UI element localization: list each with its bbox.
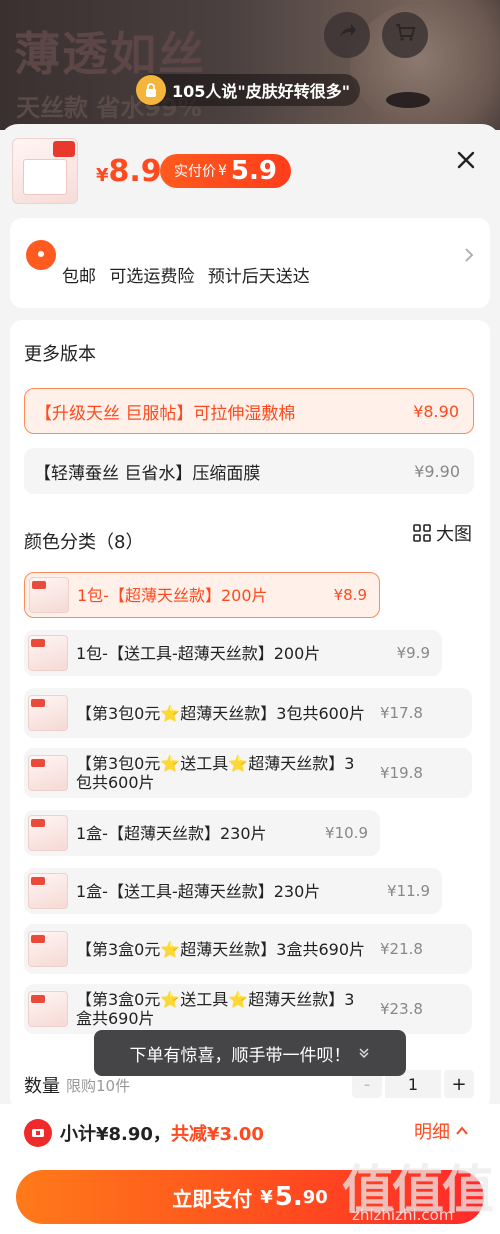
share-button[interactable] — [324, 12, 370, 58]
version-label: 【升级天丝 巨服帖】可拉伸湿敷棉 — [35, 403, 296, 424]
color-option[interactable]: 1盒-【送工具-超薄天丝款】230片 ¥11.9 — [24, 868, 442, 914]
free-shipping: 包邮 — [62, 267, 96, 287]
version-option[interactable]: 【升级天丝 巨服帖】可拉伸湿敷棉 ¥8.90 — [24, 388, 474, 434]
chevron-up-icon — [456, 1126, 468, 1135]
option-label: 【第3盒0元⭐超薄天丝款】3盒共690片 — [76, 939, 366, 959]
subtotal-text: 小计¥8.90， — [60, 1124, 171, 1145]
color-option[interactable]: 1包-【送工具-超薄天丝款】200片 ¥9.9 — [24, 630, 442, 676]
color-option[interactable]: 【第3盒0元⭐超薄天丝款】3盒共690片 ¥21.8 — [24, 924, 472, 974]
promo-toast[interactable]: 下单有惊喜，顺手带一件呗！ — [94, 1030, 406, 1076]
pay-amount: 5. — [274, 1182, 303, 1212]
option-label: 1盒-【送工具-超薄天丝款】230片 — [76, 881, 321, 901]
sheet-header: ¥8.9 实付价 ¥ 5.9 — [0, 124, 500, 214]
shipping-info[interactable]: 包邮 可选运费险 预计后天送达 — [10, 218, 490, 308]
color-option[interactable]: 1盒-【超薄天丝款】230片 ¥10.9 — [24, 810, 380, 856]
option-price: ¥11.9 — [387, 882, 430, 900]
close-button[interactable] — [452, 146, 480, 174]
review-tip: 105人说"皮肤好转很多" — [136, 74, 361, 106]
product-thumbnail[interactable] — [12, 138, 78, 204]
shipping-insurance: 可选运费险 — [109, 267, 195, 287]
share-icon — [336, 21, 358, 49]
cart-button[interactable] — [382, 12, 428, 58]
option-label: 【第3包0元⭐超薄天丝款】3包共600片 — [76, 703, 366, 723]
cart-icon — [394, 21, 416, 49]
thumbnail-tag — [53, 141, 75, 157]
option-thumbnail — [28, 695, 68, 731]
promo-toast-text: 下单有惊喜，顺手带一件呗！ — [129, 1045, 351, 1066]
price-detail-button[interactable]: 明细 — [414, 1118, 470, 1144]
option-thumbnail — [28, 815, 68, 851]
paid-symbol: ¥ — [218, 163, 227, 179]
paid-price-pill: 实付价 ¥ 5.9 — [160, 154, 291, 188]
color-option[interactable]: 【第3包0元⭐送工具⭐超薄天丝款】3包共600片 ¥19.8 — [24, 748, 472, 798]
option-price: ¥9.9 — [396, 644, 430, 662]
lock-icon — [136, 75, 166, 105]
pay-amount-decimal: 90 — [302, 1186, 328, 1208]
pay-symbol: ¥ — [260, 1186, 273, 1208]
option-thumbnail — [28, 873, 68, 909]
color-option[interactable]: 1包-【超薄天丝款】200片 ¥8.9 — [24, 572, 380, 618]
sku-price: ¥8.9 — [96, 154, 162, 189]
location-pin-icon — [26, 240, 56, 270]
big-image-label: 大图 — [436, 524, 472, 545]
option-thumbnail — [29, 577, 69, 613]
purchase-limit: 限购10件 — [66, 1076, 131, 1095]
option-price: ¥8.9 — [333, 586, 367, 604]
subtotal-row: 小计¥8.90， 共减¥3.00 明细 — [24, 1118, 484, 1148]
option-thumbnail — [28, 635, 68, 671]
option-label: 1盒-【超薄天丝款】230片 — [76, 823, 267, 843]
watermark-url: zhizhizhi.com — [352, 1206, 454, 1224]
pay-label: 立即支付 — [172, 1186, 253, 1211]
option-price: ¥17.8 — [380, 704, 423, 722]
paid-value: 5.9 — [230, 156, 277, 186]
options-card: 更多版本 【升级天丝 巨服帖】可拉伸湿敷棉 ¥8.90 【轻薄蚕丝 巨省水】压缩… — [10, 320, 490, 1110]
paid-label: 实付价 — [174, 164, 216, 180]
model-eye — [386, 92, 430, 108]
color-option[interactable]: 【第3包0元⭐超薄天丝款】3包共600片 ¥17.8 — [24, 688, 472, 738]
quantity-label: 数量 — [24, 1076, 60, 1097]
version-option[interactable]: 【轻薄蚕丝 巨省水】压缩面膜 ¥9.90 — [24, 448, 474, 494]
chevron-right-icon — [465, 248, 474, 262]
coupon-icon — [24, 1119, 52, 1147]
review-tip-text: 105人说"皮肤好转很多" — [172, 82, 351, 101]
model-photo — [350, 0, 500, 130]
option-price: ¥10.9 — [325, 824, 368, 842]
versions-title: 更多版本 — [24, 344, 96, 365]
option-label: 【第3包0元⭐送工具⭐超薄天丝款】3包共600片 — [76, 754, 355, 792]
thumbnail-pack — [23, 159, 67, 195]
option-label: 【第3盒0元⭐送工具⭐超薄天丝款】3盒共690片 — [76, 990, 355, 1028]
delivery-estimate: 预计后天送达 — [207, 267, 310, 287]
option-price: ¥19.8 — [380, 764, 423, 782]
watermark: 值值值 zhizhizhi.com — [342, 1148, 494, 1232]
option-thumbnail — [28, 931, 68, 967]
option-price: ¥21.8 — [380, 940, 423, 958]
price-value: 8.9 — [108, 154, 162, 189]
option-label: 1包-【超薄天丝款】200片 — [77, 585, 268, 605]
version-label: 【轻薄蚕丝 巨省水】压缩面膜 — [34, 463, 261, 484]
option-price: ¥23.8 — [380, 1000, 423, 1018]
version-price: ¥9.90 — [414, 461, 460, 481]
option-thumbnail — [28, 991, 68, 1027]
shipping-line: 包邮 可选运费险 预计后天送达 — [62, 262, 318, 287]
option-label: 1包-【送工具-超薄天丝款】200片 — [76, 643, 321, 663]
option-thumbnail — [28, 755, 68, 791]
color-option[interactable]: 【第3盒0元⭐送工具⭐超薄天丝款】3盒共690片 ¥23.8 — [24, 984, 472, 1034]
colors-title: 颜色分类（8） — [24, 532, 144, 553]
product-banner: 薄透如丝 天丝款 省水99% 105人说"皮肤好转很多" — [0, 0, 500, 130]
increase-button[interactable]: + — [444, 1070, 474, 1098]
detail-label: 明细 — [414, 1122, 450, 1143]
big-image-toggle[interactable]: 大图 — [412, 520, 472, 546]
double-chevron-down-icon — [358, 1048, 369, 1059]
price-symbol: ¥ — [96, 165, 109, 186]
version-price: ¥8.90 — [413, 401, 459, 421]
savings-text: 共减¥3.00 — [170, 1124, 264, 1145]
close-icon — [457, 151, 475, 169]
grid-icon — [413, 524, 431, 542]
